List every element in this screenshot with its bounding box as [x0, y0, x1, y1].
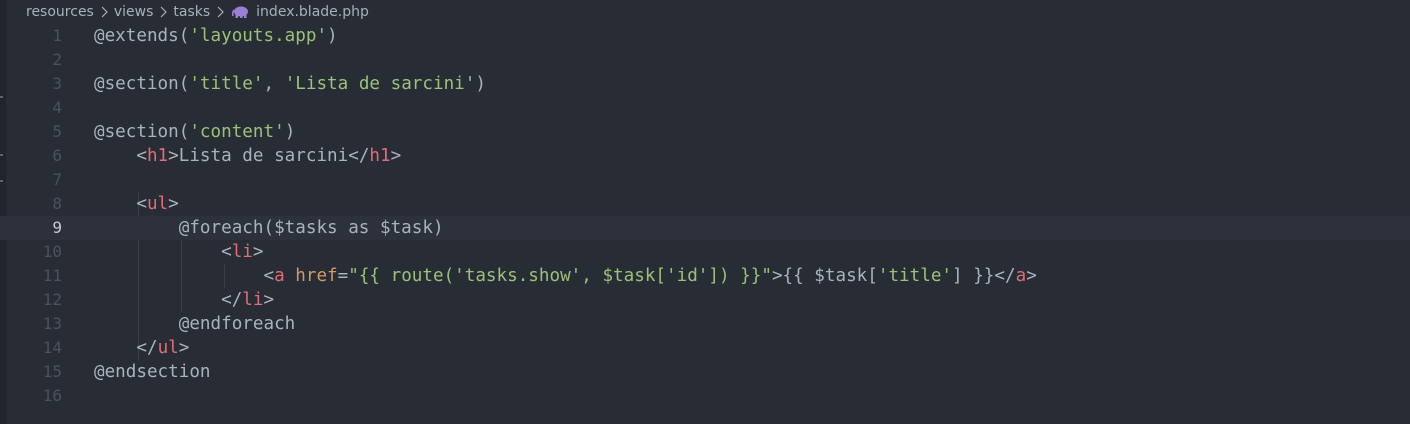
chevron-right-icon	[217, 6, 225, 18]
line-number: 9	[52, 218, 62, 237]
code-line[interactable]: 7	[0, 168, 1410, 192]
code-line[interactable]: 4	[0, 96, 1410, 120]
line-number: 7	[52, 170, 62, 189]
line-number: 1	[52, 26, 62, 45]
line-number: 13	[42, 314, 62, 333]
code-line[interactable]: 3 @section('title', 'Lista de sarcini')	[0, 72, 1410, 96]
line-number: 14	[42, 338, 62, 357]
code-editor[interactable]: 1 @extends('layouts.app') 2 3 @section('titl…	[0, 24, 1410, 424]
code-line[interactable]: 6 <h1>Lista de sarcini</h1>	[0, 144, 1410, 168]
php-elephant-icon	[232, 6, 249, 18]
code-text: @endforeach	[94, 314, 296, 334]
chevron-right-icon	[160, 6, 168, 18]
code-line[interactable]: 15 @endsection	[0, 360, 1410, 384]
code-text: </ul>	[136, 338, 190, 358]
breadcrumb-item-views[interactable]: views	[114, 4, 154, 20]
code-text: <h1>Lista de sarcini</h1>	[136, 146, 402, 166]
line-number: 6	[52, 146, 62, 165]
code-line[interactable]: 14 </ul>	[0, 336, 1410, 360]
line-number: 15	[42, 362, 62, 381]
breadcrumb-file[interactable]: index.blade.php	[256, 4, 369, 20]
code-text: <ul>	[136, 194, 179, 214]
code-text: <li>	[221, 242, 264, 262]
line-number: 10	[42, 242, 62, 261]
breadcrumb: resources views tasks index.blade.php	[26, 0, 369, 24]
code-text: @section('content')	[94, 122, 296, 142]
code-line[interactable]: 1 @extends('layouts.app')	[0, 24, 1410, 48]
code-line[interactable]: 10 <li>	[0, 240, 1410, 264]
code-line[interactable]: 9 @foreach($tasks as $task)	[0, 216, 1410, 240]
chevron-right-icon	[101, 6, 108, 18]
code-text: @extends('layouts.app')	[94, 26, 338, 46]
code-line[interactable]: 2	[0, 48, 1410, 72]
code-text: </li>	[221, 290, 275, 310]
breadcrumb-item-tasks[interactable]: tasks	[173, 4, 210, 20]
code-line[interactable]: 12 </li>	[0, 288, 1410, 312]
code-line[interactable]: 5 @section('content')	[0, 120, 1410, 144]
code-text: @section('title', 'Lista de sarcini')	[94, 74, 486, 94]
breadcrumb-item-resources[interactable]: resources	[26, 4, 94, 20]
line-number: 2	[52, 50, 62, 69]
code-text: <a href="{{ route('tasks.show', $task['i…	[263, 266, 1037, 286]
line-number: 8	[52, 194, 62, 213]
code-line[interactable]: 8 <ul>	[0, 192, 1410, 216]
code-line[interactable]: 11 <a href="{{ route('tasks.show', $task…	[0, 264, 1410, 288]
code-text: @endsection	[94, 362, 211, 382]
line-number: 16	[42, 386, 62, 405]
code-text: @foreach($tasks as $task)	[94, 218, 444, 238]
line-number: 12	[42, 290, 62, 309]
line-number: 4	[52, 98, 62, 117]
line-number: 5	[52, 122, 62, 141]
code-line[interactable]: 16	[0, 384, 1410, 408]
line-number: 3	[52, 74, 62, 93]
code-line[interactable]: 13 @endforeach	[0, 312, 1410, 336]
line-number: 11	[42, 266, 62, 285]
